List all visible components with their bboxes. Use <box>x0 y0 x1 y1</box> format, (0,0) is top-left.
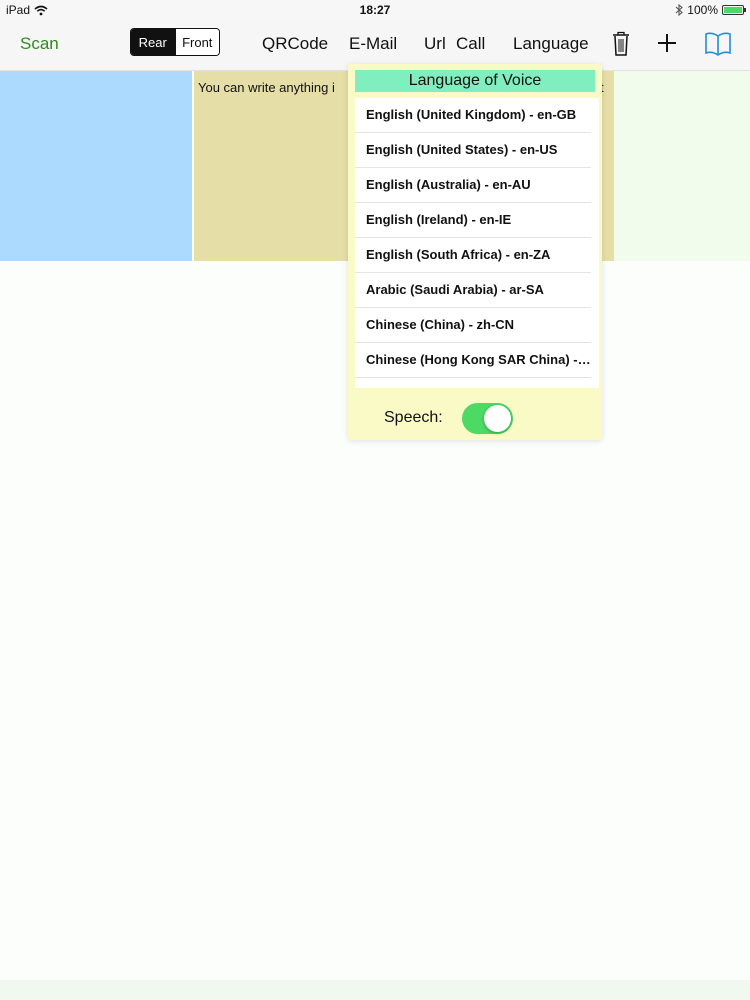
language-item[interactable]: Chinese (Hong Kong SAR China) - zh-HK <box>355 343 591 378</box>
blue-pane <box>0 71 192 261</box>
trash-icon[interactable] <box>606 28 636 58</box>
bottom-strip <box>0 980 750 1000</box>
editor-text-start: You can write anything i <box>198 80 335 95</box>
language-item[interactable]: Chinese (China) - zh-CN <box>355 308 591 343</box>
speech-label: Speech: <box>384 409 443 426</box>
status-right: 100% <box>675 3 746 17</box>
battery-percent: 100% <box>687 3 718 17</box>
language-button[interactable]: Language <box>513 34 589 54</box>
speech-toggle[interactable] <box>462 403 513 434</box>
rear-camera-segment[interactable]: Rear <box>131 29 175 55</box>
language-item[interactable]: English (United Kingdom) - en-GB <box>355 98 591 133</box>
front-camera-segment[interactable]: Front <box>174 29 219 55</box>
status-bar: iPad 18:27 100% <box>0 0 750 20</box>
scan-button[interactable]: Scan <box>20 34 59 54</box>
language-item[interactable]: English (United States) - en-US <box>355 133 591 168</box>
language-item[interactable]: Arabic (Saudi Arabia) - ar-SA <box>355 273 591 308</box>
camera-segmented-control: Rear Front <box>130 28 220 56</box>
call-button[interactable]: Call <box>456 34 485 54</box>
language-item[interactable]: English (Australia) - en-AU <box>355 168 591 203</box>
plus-icon[interactable] <box>652 28 682 58</box>
green-pane <box>614 71 750 261</box>
bluetooth-icon <box>675 4 684 16</box>
language-item[interactable]: English (South Africa) - en-ZA <box>355 238 591 273</box>
language-popover: Language of Voice English (United Kingdo… <box>348 64 602 440</box>
language-item[interactable]: Chinese (Taiwan) - zh-TW <box>355 378 591 388</box>
qrcode-button[interactable]: QRCode <box>262 34 328 54</box>
email-button[interactable]: E-Mail <box>349 34 397 54</box>
popover-title: Language of Voice <box>355 70 595 92</box>
book-icon[interactable] <box>703 28 733 58</box>
language-list[interactable]: English (United Kingdom) - en-GB English… <box>355 98 599 388</box>
status-time: 18:27 <box>359 3 391 17</box>
toggle-knob <box>484 405 511 432</box>
language-item[interactable]: English (Ireland) - en-IE <box>355 203 591 238</box>
url-button[interactable]: Url <box>424 34 446 54</box>
battery-icon <box>722 5 746 15</box>
